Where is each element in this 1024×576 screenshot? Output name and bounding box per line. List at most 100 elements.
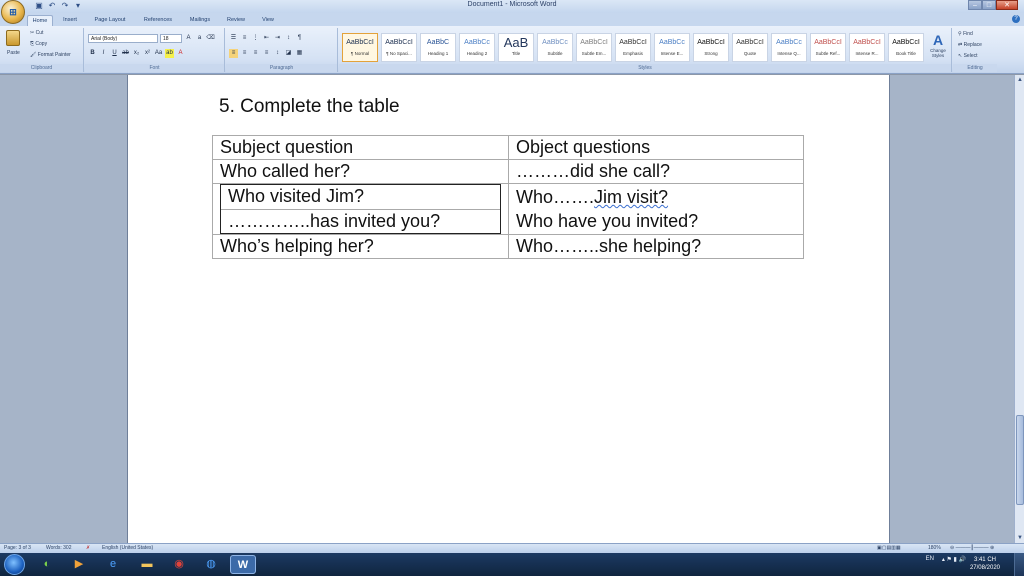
clock[interactable]: 3:41 CH 27/08/2020 [970,556,1000,572]
change-styles-button[interactable]: A Change Styles [927,32,949,64]
start-button[interactable] [4,554,25,575]
file-explorer-icon[interactable]: ▬ [134,555,160,574]
style-item[interactable]: AaBbCcI ¶ No Spaci... [381,33,417,62]
tab-view[interactable]: View [256,15,280,26]
style-item[interactable]: AaBbCcI Quote [732,33,768,62]
scroll-thumb[interactable] [1016,415,1024,505]
app-icon-media[interactable]: ◐ [34,555,60,574]
italic-icon[interactable]: I [99,49,108,58]
align-center-icon[interactable]: ≡ [240,49,249,58]
scroll-up-icon[interactable]: ▲ [1016,76,1024,84]
tab-page-layout[interactable]: Page Layout [88,15,132,26]
language-indicator[interactable]: English (United States) [102,545,153,551]
paste-label[interactable]: Paste [7,50,20,56]
style-item[interactable]: AaBbCcI Intense R... [849,33,885,62]
align-right-icon[interactable]: ≡ [251,49,260,58]
style-item[interactable]: AaBbCcI Book Title [888,33,924,62]
bullets-icon[interactable]: ☰ [229,34,238,43]
shrink-font-icon[interactable]: a [195,34,204,43]
style-item[interactable]: AaBbCc Heading 2 [459,33,495,62]
style-sample: AaBbCcI [580,39,608,46]
align-left-icon[interactable]: ≡ [229,49,238,58]
strikethrough-icon[interactable]: ab [121,49,130,58]
bold-icon[interactable]: B [88,49,97,58]
shading-icon[interactable]: ◪ [284,49,293,58]
increase-indent-icon[interactable]: ⇥ [273,34,282,43]
copy-button[interactable]: ⎘ Copy [30,41,47,47]
proofing-icon[interactable]: ✗ [86,545,90,551]
language-tray[interactable]: EN [926,556,934,562]
help-icon[interactable]: ? [1012,15,1020,23]
decrease-indent-icon[interactable]: ⇤ [262,34,271,43]
tray-icons[interactable]: ▴ ⚑ ▮ 🔊 [942,556,966,563]
minimize-button[interactable]: – [968,0,982,10]
vertical-scrollbar[interactable]: ▲ ▼ [1014,75,1024,543]
underline-icon[interactable]: U [110,49,119,58]
change-styles-label: Change Styles [930,48,946,58]
numbering-icon[interactable]: ≡ [240,34,249,43]
style-item[interactable]: AaBbCc Intense Q... [771,33,807,62]
tab-insert[interactable]: Insert [58,15,82,26]
show-desktop-button[interactable] [1014,553,1024,576]
chrome-icon[interactable]: ◉ [166,555,192,574]
style-item[interactable]: AaBbC Heading 1 [420,33,456,62]
close-button[interactable]: ✕ [996,0,1018,10]
style-item[interactable]: AaBbCc Intense E... [654,33,690,62]
table-cell[interactable]: Who’s helping her? [212,234,509,259]
word-count[interactable]: Words: 302 [46,545,71,551]
table-cell[interactable]: Who called her? [212,159,509,184]
nested-table-row[interactable]: Who visited Jim? [221,185,500,209]
borders-icon[interactable]: ▦ [295,49,304,58]
pilcrow-icon[interactable]: ¶ [295,34,304,43]
tab-review[interactable]: Review [222,15,250,26]
table-cell[interactable]: Subject question [212,135,509,160]
font-size-box[interactable]: 18 [160,34,182,43]
clipboard-label: Clipboard [0,64,83,72]
nested-table-row[interactable]: …………..has invited you? [221,209,500,233]
maximize-button[interactable]: □ [982,0,996,10]
style-sample: AaBbCcI [736,39,764,46]
style-item[interactable]: AaB Title [498,33,534,62]
style-item[interactable]: AaBbCcI Subtle Em... [576,33,612,62]
scroll-down-icon[interactable]: ▼ [1016,534,1024,542]
word-taskbar-icon[interactable]: W [230,555,256,574]
style-item[interactable]: AaBbCcI Subtle Ref... [810,33,846,62]
replace-button[interactable]: ⇄ Replace [958,42,982,48]
change-case-icon[interactable]: Aa [154,49,163,58]
table-cell[interactable]: Who…….Jim visit? Who have you invited? [508,183,804,235]
select-button[interactable]: ↖ Select [958,53,978,59]
tab-mailings[interactable]: Mailings [184,15,216,26]
style-item[interactable]: AaBbCcI Emphasis [615,33,651,62]
view-buttons[interactable]: ▣▢▤▥▦ [877,545,901,551]
sort-icon[interactable]: ↕ [284,34,293,43]
internet-explorer-icon[interactable]: e [100,555,126,574]
cut-button[interactable]: ✂ Cut [30,30,43,36]
style-item[interactable]: AaBbCc Subtitle [537,33,573,62]
table-cell[interactable]: ………did she call? [508,159,804,184]
find-button[interactable]: ⚲ Find [958,31,973,37]
table-cell[interactable]: Who……..she helping? [508,234,804,259]
browser-icon[interactable]: ◍ [198,555,224,574]
superscript-icon[interactable]: x² [143,49,152,58]
style-item[interactable]: AaBbCcI Strong [693,33,729,62]
grow-font-icon[interactable]: A [184,34,193,43]
font-name-box[interactable]: Arial (Body) [88,34,158,43]
office-button[interactable]: ⊞ [1,0,25,24]
highlight-icon[interactable]: ab [165,49,174,58]
format-painter-button[interactable]: 🖌 Format Painter [30,52,71,58]
clear-format-icon[interactable]: ⌫ [206,34,215,43]
page-count[interactable]: Page: 3 of 3 [4,545,31,551]
multilevel-list-icon[interactable]: ⋮ [251,34,260,43]
table-cell[interactable]: Object questions [508,135,804,160]
paste-icon[interactable] [6,30,20,46]
zoom-level[interactable]: 180% [928,545,941,551]
font-color-icon[interactable]: A [176,49,185,58]
subscript-icon[interactable]: x₂ [132,49,141,58]
tab-references[interactable]: References [138,15,178,26]
style-item[interactable]: AaBbCcI ¶ Normal [342,33,378,62]
justify-icon[interactable]: ≡ [262,49,271,58]
media-player-icon[interactable]: ▶ [66,555,92,574]
zoom-slider[interactable]: ⊖ ———┃——— ⊕ [950,545,994,551]
line-spacing-icon[interactable]: ↕ [273,49,282,58]
tab-home[interactable]: Home [27,15,53,26]
